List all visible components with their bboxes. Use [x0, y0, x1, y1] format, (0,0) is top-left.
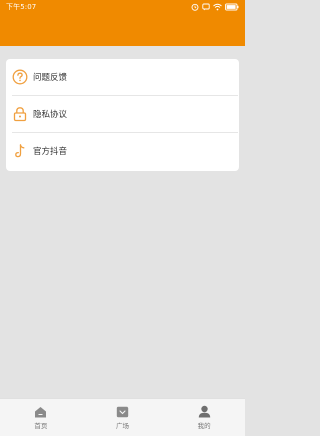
lock-icon [12, 106, 28, 122]
menu-item-privacy[interactable]: 隐私协议 [6, 96, 239, 132]
tab-label: 广场 [116, 421, 129, 430]
settings-card: 问题反馈 隐私协议 官方抖音 [6, 59, 239, 171]
bottom-tab-bar: 首页 广场 我的 [0, 398, 245, 436]
tab-label: 首页 [34, 421, 48, 430]
status-bar: 下午5:07 [0, 0, 245, 14]
menu-item-feedback[interactable]: 问题反馈 [6, 59, 239, 95]
wifi-icon [213, 3, 222, 11]
tab-profile[interactable]: 我的 [163, 399, 245, 436]
menu-item-label: 官方抖音 [33, 147, 68, 157]
home-icon [34, 406, 47, 418]
menu-item-tiktok[interactable]: 官方抖音 [6, 133, 239, 169]
tab-plaza[interactable]: 广场 [82, 399, 164, 436]
menu-item-label: 隐私协议 [33, 110, 68, 120]
question-icon [12, 69, 28, 85]
plaza-icon [116, 406, 129, 418]
alarm-icon [191, 3, 199, 11]
tab-label: 我的 [197, 422, 211, 430]
battery-icon [225, 3, 239, 11]
header-bar: 下午5:07 [0, 0, 245, 46]
profile-icon [198, 405, 211, 418]
tab-home[interactable]: 首页 [0, 399, 82, 436]
tiktok-icon [12, 143, 28, 159]
menu-item-label: 问题反馈 [33, 73, 68, 83]
message-icon [202, 3, 210, 11]
status-icons [191, 3, 239, 11]
status-time: 下午5:07 [6, 3, 37, 11]
